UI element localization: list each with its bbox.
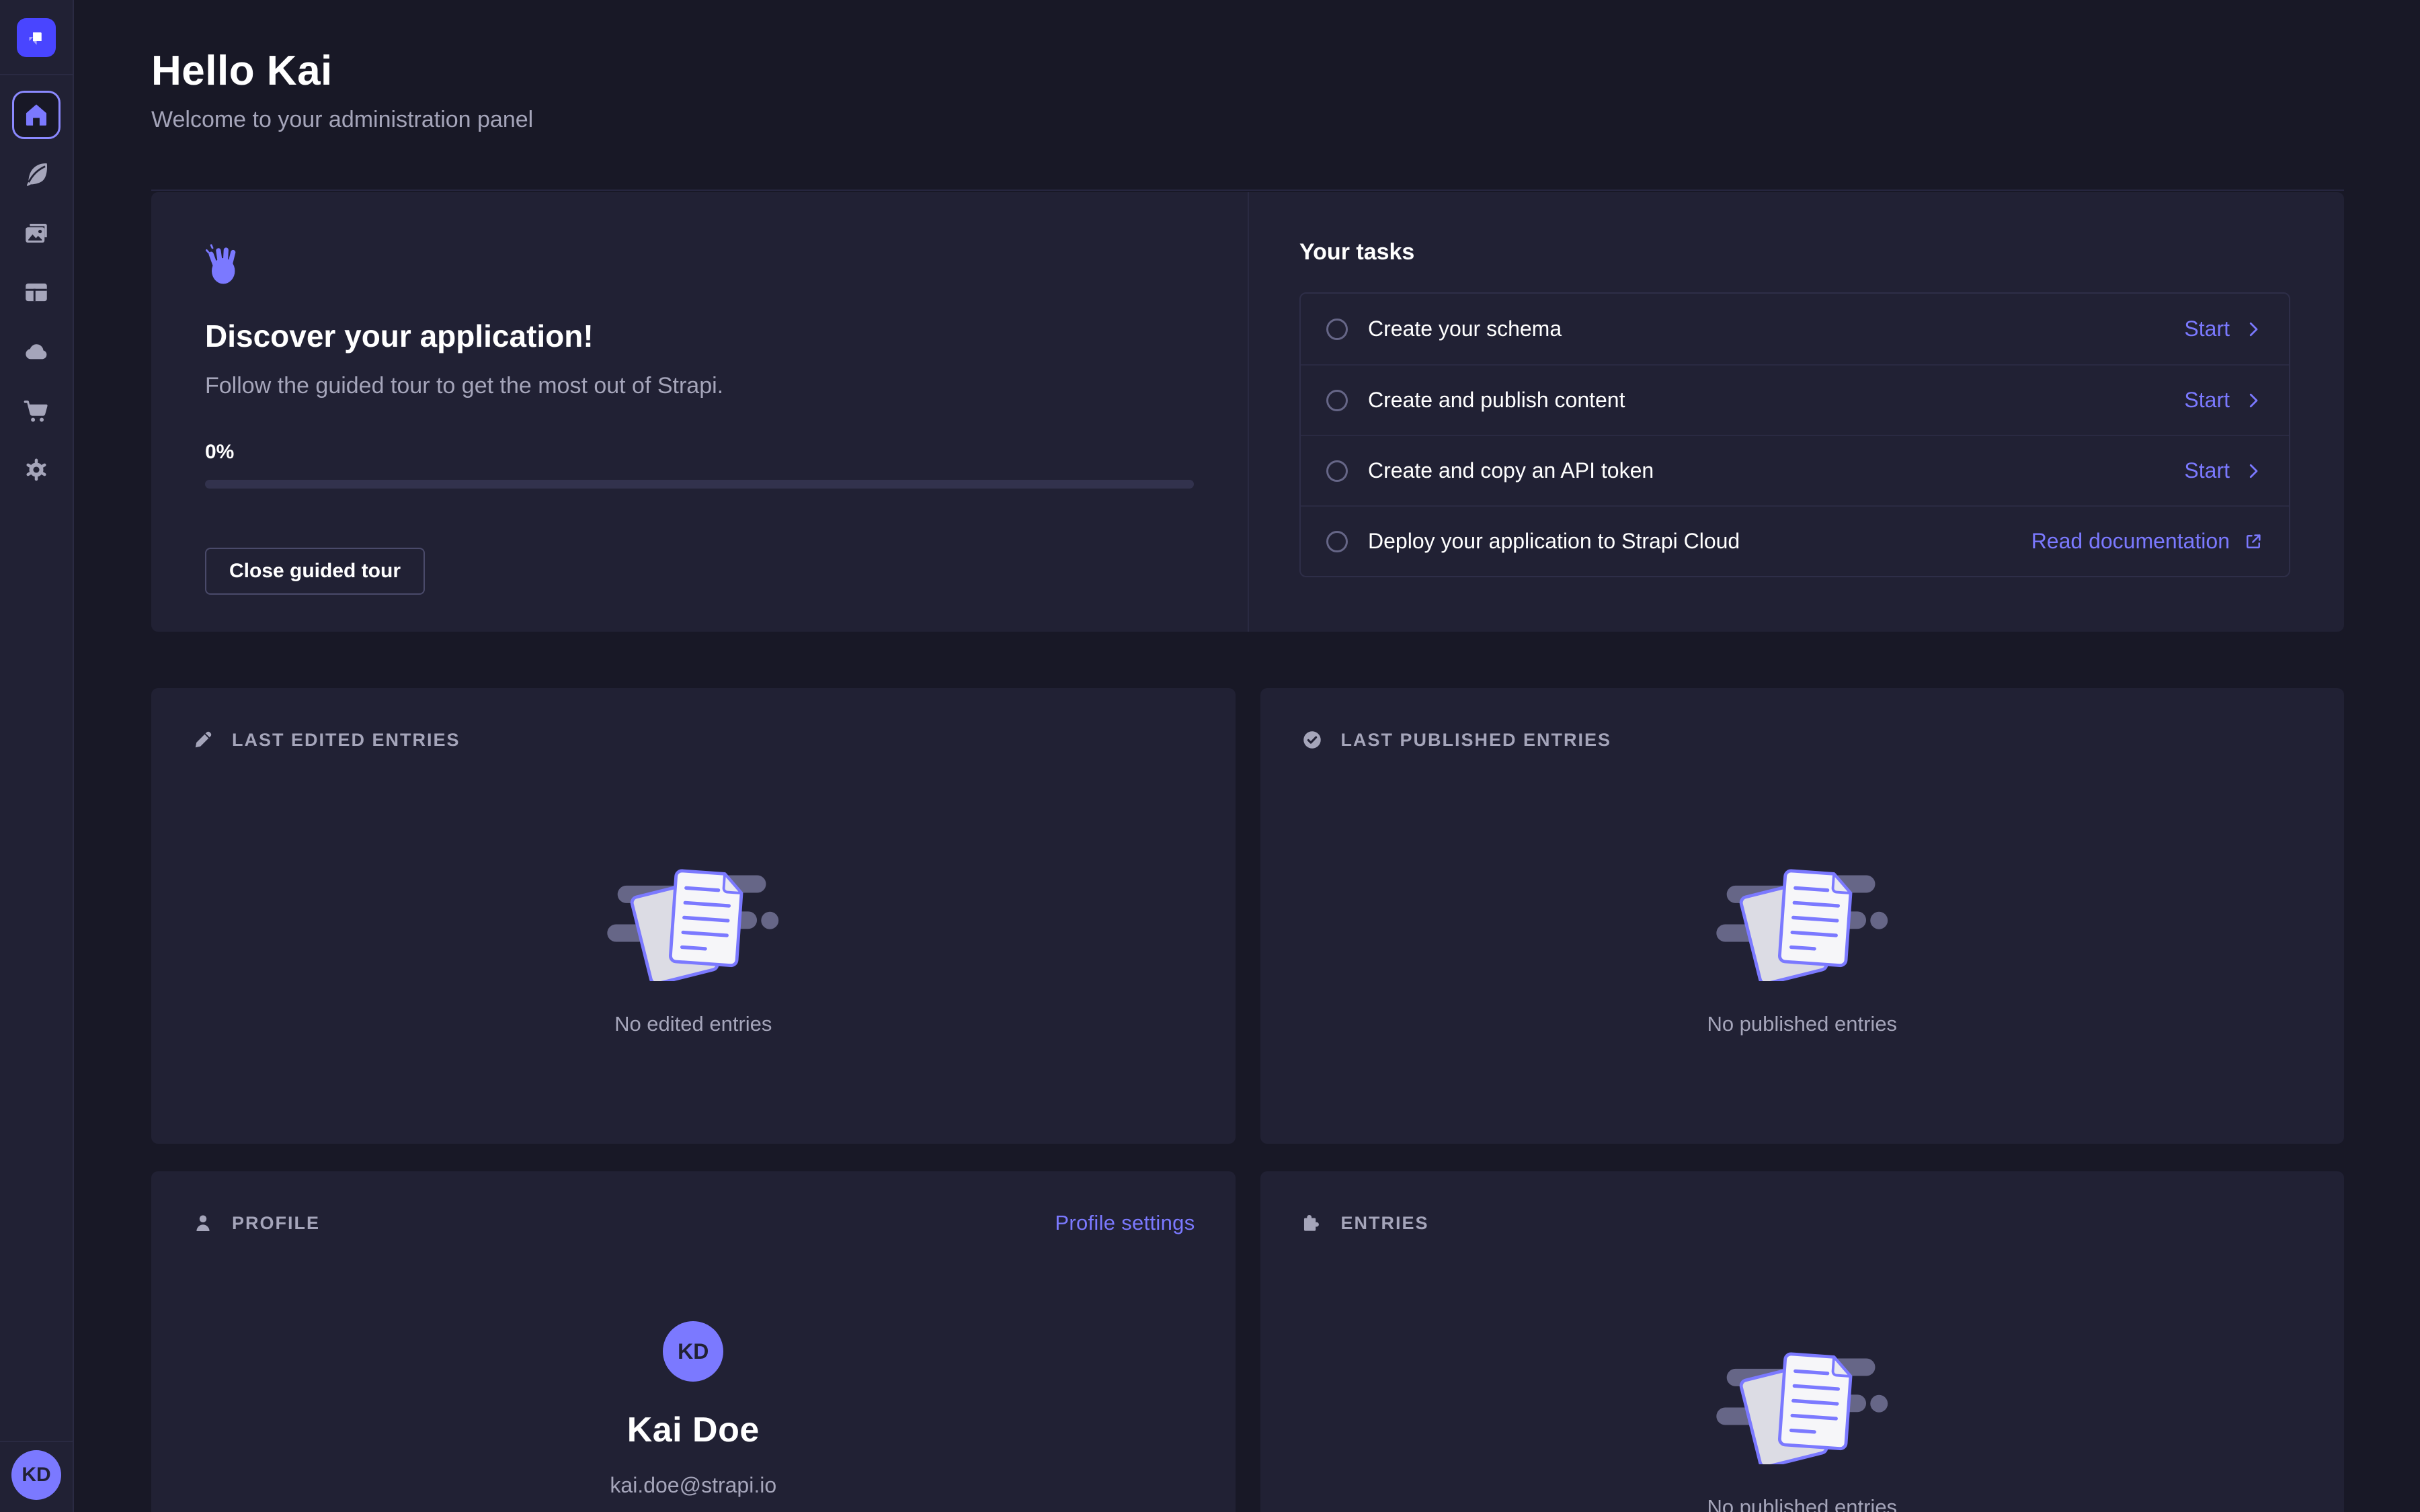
task-label: Create your schema bbox=[1368, 317, 1562, 341]
documents-illustration bbox=[604, 852, 782, 981]
guided-tour-progressbar bbox=[205, 480, 1194, 489]
puzzle-icon bbox=[1301, 1212, 1324, 1234]
guided-tour-card: Discover your application! Follow the gu… bbox=[151, 192, 2344, 632]
task-label: Create and publish content bbox=[1368, 388, 1625, 413]
task-start-link[interactable]: Start bbox=[2184, 388, 2263, 413]
chevron-right-icon bbox=[2243, 319, 2263, 339]
documents-illustration bbox=[1713, 852, 1892, 981]
last-edited-entries-widget: LAST EDITED ENTRIES bbox=[151, 688, 1236, 1144]
external-link-icon bbox=[2243, 532, 2263, 552]
media-images-icon bbox=[22, 219, 50, 247]
guided-tour-intro: Discover your application! Follow the gu… bbox=[151, 192, 1248, 632]
widget-title: PROFILE bbox=[232, 1213, 320, 1234]
person-icon bbox=[192, 1212, 214, 1234]
check-circle-icon bbox=[1301, 728, 1324, 751]
widget-header: PROFILE Profile settings bbox=[192, 1212, 1195, 1234]
task-start-link[interactable]: Start bbox=[2184, 317, 2263, 341]
feather-icon bbox=[22, 160, 50, 188]
widget-title: LAST PUBLISHED ENTRIES bbox=[1341, 730, 1612, 751]
close-guided-tour-button[interactable]: Close guided tour bbox=[205, 548, 425, 595]
task-status-circle-icon bbox=[1326, 390, 1348, 411]
task-label: Create and copy an API token bbox=[1368, 458, 1654, 483]
tasks-list: Create your schema Start Create and publ… bbox=[1299, 292, 2290, 577]
chevron-right-icon bbox=[2243, 461, 2263, 481]
task-label: Deploy your application to Strapi Cloud bbox=[1368, 529, 1740, 554]
task-status-circle-icon bbox=[1326, 460, 1348, 482]
progress-percentage: 0% bbox=[205, 441, 1194, 464]
profile-widget: PROFILE Profile settings KD Kai Doe kai.… bbox=[151, 1171, 1236, 1512]
sidebar-item-cloud[interactable] bbox=[12, 327, 61, 376]
sidebar-bottom-divider bbox=[0, 1441, 73, 1442]
task-status-circle-icon bbox=[1326, 531, 1348, 552]
sidebar-item-settings[interactable] bbox=[12, 446, 61, 494]
task-start-link[interactable]: Start bbox=[2184, 458, 2263, 483]
strapi-logo-icon[interactable] bbox=[17, 18, 56, 57]
widget-header: ENTRIES bbox=[1301, 1212, 2304, 1234]
page-title: Hello Kai bbox=[151, 47, 2344, 95]
cart-icon bbox=[22, 396, 50, 425]
profile-name: Kai Doe bbox=[627, 1410, 760, 1450]
sidebar-item-marketplace[interactable] bbox=[12, 386, 61, 435]
empty-state: No edited entries bbox=[192, 751, 1195, 1036]
sidebar-item-home[interactable] bbox=[12, 91, 61, 139]
widget-header: LAST PUBLISHED ENTRIES bbox=[1301, 728, 2304, 751]
widget-title: LAST EDITED ENTRIES bbox=[232, 730, 460, 751]
task-row-api-token[interactable]: Create and copy an API token Start bbox=[1301, 435, 2289, 505]
gear-icon bbox=[22, 456, 50, 484]
entries-widget: ENTRIES bbox=[1260, 1171, 2345, 1512]
page-header: Hello Kai Welcome to your administration… bbox=[151, 0, 2344, 191]
sidebar-item-content-type-builder[interactable] bbox=[12, 268, 61, 317]
tasks-panel: Your tasks Create your schema Start Crea… bbox=[1248, 192, 2344, 632]
task-row-publish-content[interactable]: Create and publish content Start bbox=[1301, 364, 2289, 435]
logo-wrap bbox=[17, 0, 56, 74]
profile-settings-link[interactable]: Profile settings bbox=[1055, 1211, 1195, 1235]
widget-title: ENTRIES bbox=[1341, 1213, 1429, 1234]
strapi-logo-glyph bbox=[25, 26, 48, 49]
task-action-label: Start bbox=[2184, 458, 2230, 483]
widgets-grid: LAST EDITED ENTRIES bbox=[151, 688, 2344, 1512]
wave-hand-icon bbox=[205, 243, 243, 285]
guided-tour-title: Discover your application! bbox=[205, 318, 1194, 354]
sidebar-bottom: KD bbox=[0, 1441, 73, 1512]
main-content: Hello Kai Welcome to your administration… bbox=[75, 0, 2420, 1512]
task-action-label: Start bbox=[2184, 388, 2230, 413]
task-row-deploy-cloud[interactable]: Deploy your application to Strapi Cloud … bbox=[1301, 505, 2289, 576]
task-row-create-schema[interactable]: Create your schema Start bbox=[1301, 294, 2289, 364]
empty-state: No published entries bbox=[1301, 751, 2304, 1036]
sidebar: KD bbox=[0, 0, 74, 1512]
profile-avatar: KD bbox=[663, 1321, 723, 1382]
layout-icon bbox=[22, 278, 50, 306]
task-read-documentation-link[interactable]: Read documentation bbox=[2031, 529, 2263, 554]
sidebar-item-media-library[interactable] bbox=[12, 209, 61, 257]
sidebar-nav bbox=[12, 75, 61, 494]
user-avatar[interactable]: KD bbox=[11, 1450, 61, 1500]
cloud-icon bbox=[22, 337, 50, 366]
guided-tour-description: Follow the guided tour to get the most o… bbox=[205, 373, 1194, 399]
task-action-label: Start bbox=[2184, 317, 2230, 341]
empty-state-text: No published entries bbox=[1707, 1495, 1897, 1512]
pencil-icon bbox=[192, 728, 214, 751]
tasks-title: Your tasks bbox=[1299, 239, 2290, 265]
widget-header: LAST EDITED ENTRIES bbox=[192, 728, 1195, 751]
task-status-circle-icon bbox=[1326, 319, 1348, 340]
sidebar-item-content-manager[interactable] bbox=[12, 150, 61, 198]
home-icon bbox=[22, 101, 50, 129]
empty-state-text: No edited entries bbox=[614, 1012, 772, 1036]
empty-state-text: No published entries bbox=[1707, 1012, 1897, 1036]
task-action-label: Read documentation bbox=[2031, 529, 2230, 554]
profile-body: KD Kai Doe kai.doe@strapi.io bbox=[192, 1234, 1195, 1512]
profile-email: kai.doe@strapi.io bbox=[610, 1473, 776, 1498]
last-published-entries-widget: LAST PUBLISHED ENTRIES bbox=[1260, 688, 2345, 1144]
empty-state: No published entries bbox=[1301, 1234, 2304, 1512]
page-subtitle: Welcome to your administration panel bbox=[151, 107, 2344, 133]
chevron-right-icon bbox=[2243, 390, 2263, 411]
documents-illustration bbox=[1713, 1335, 1892, 1464]
